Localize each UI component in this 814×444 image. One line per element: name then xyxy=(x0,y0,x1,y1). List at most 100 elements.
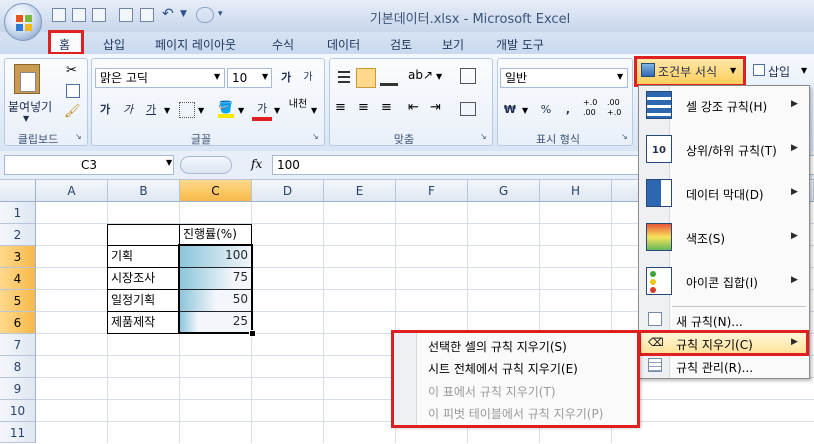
column-header-c[interactable]: C xyxy=(180,180,252,202)
cell-b4[interactable]: 시장조사 xyxy=(108,268,179,290)
row-header-10[interactable]: 10 xyxy=(0,400,36,422)
cut-icon[interactable]: ✂ xyxy=(66,63,77,78)
undo-icon[interactable]: ↶ xyxy=(162,6,174,22)
column-header-e[interactable]: E xyxy=(324,180,396,202)
row-header-7[interactable]: 7 xyxy=(0,334,36,356)
align-bottom-icon[interactable] xyxy=(380,68,398,86)
paste-icon[interactable] xyxy=(14,64,40,94)
grow-font-button[interactable]: 가 xyxy=(276,68,296,88)
insert-function-icon[interactable]: fx xyxy=(251,157,262,171)
undo-dropdown-icon[interactable]: ▼ xyxy=(180,9,187,19)
column-header-f[interactable]: F xyxy=(396,180,468,202)
number-launcher-icon[interactable]: ↘ xyxy=(621,132,628,141)
comma-button[interactable]: , xyxy=(558,100,578,120)
increase-indent-icon[interactable]: ⇥ xyxy=(430,100,441,115)
underline-button[interactable]: 가 xyxy=(141,100,161,120)
font-launcher-icon[interactable]: ↘ xyxy=(312,132,319,141)
font-family-dropdown-icon[interactable]: ▼ xyxy=(214,72,220,81)
align-left-icon[interactable]: ≡ xyxy=(335,100,346,115)
wrap-text-icon[interactable] xyxy=(460,68,476,84)
format-painter-icon[interactable]: 🖌 xyxy=(64,104,81,119)
tab-home[interactable]: 홈 xyxy=(59,36,70,53)
shrink-font-button[interactable]: 가 xyxy=(298,68,318,88)
borders-dropdown-icon[interactable]: ▼ xyxy=(198,106,204,115)
tab-data[interactable]: 데이터 xyxy=(327,36,360,53)
number-format-dropdown-icon[interactable]: ▼ xyxy=(617,72,623,81)
borders-icon[interactable] xyxy=(179,102,195,118)
font-family-select[interactable]: 맑은 고딕 xyxy=(95,68,225,88)
cell-c2[interactable]: 진행률(%) xyxy=(180,224,252,246)
font-color-dropdown-icon[interactable]: ▼ xyxy=(274,106,280,115)
row-header-2[interactable]: 2 xyxy=(0,224,36,246)
cf-menu-item-data-bars[interactable]: 데이터 막대(D) ▶ xyxy=(640,174,808,212)
column-header-a[interactable]: A xyxy=(36,180,108,202)
row-header-5[interactable]: 5 xyxy=(0,290,36,312)
insert-dropdown-icon[interactable]: ▼ xyxy=(801,66,807,75)
merge-center-icon[interactable] xyxy=(460,102,476,116)
cf-menu-item-top-bottom-rules[interactable]: 10 상위/하위 규칙(T) ▶ xyxy=(640,130,808,168)
phonetic-dropdown-icon[interactable]: ▼ xyxy=(311,106,317,115)
cf-menu-item-manage-rules[interactable]: 규칙 관리(R)... xyxy=(640,355,808,377)
fill-handle[interactable] xyxy=(249,330,256,337)
row-header-3[interactable]: 3 xyxy=(0,246,36,268)
tab-review[interactable]: 검토 xyxy=(390,36,412,53)
font-color-button[interactable]: 가 xyxy=(252,99,272,121)
fill-color-icon[interactable]: 🪣 xyxy=(218,100,234,118)
cell-b3[interactable]: 기획 xyxy=(108,246,179,268)
percent-button[interactable]: % xyxy=(536,100,556,120)
cf-menu-item-color-scales[interactable]: 색조(S) ▶ xyxy=(640,218,808,256)
paste-dropdown-icon[interactable]: ▼ xyxy=(23,114,29,123)
currency-button[interactable]: ₩ xyxy=(500,100,520,120)
row-header-8[interactable]: 8 xyxy=(0,356,36,378)
column-header-d[interactable]: D xyxy=(252,180,324,202)
select-all-corner[interactable] xyxy=(0,180,36,202)
column-header-b[interactable]: B xyxy=(108,180,180,202)
column-header-g[interactable]: G xyxy=(468,180,540,202)
currency-dropdown-icon[interactable]: ▼ xyxy=(522,106,528,115)
cell-b5[interactable]: 일정기획 xyxy=(108,290,179,312)
tab-insert[interactable]: 삽입 xyxy=(103,36,125,53)
font-size-dropdown-icon[interactable]: ▼ xyxy=(262,72,268,81)
cf-menu-item-highlight-rules[interactable]: 셀 강조 규칙(H) ▶ xyxy=(640,86,808,124)
orientation-dropdown-icon[interactable]: ▼ xyxy=(436,72,442,81)
align-right-icon[interactable]: ≡ xyxy=(381,100,392,115)
alignment-launcher-icon[interactable]: ↘ xyxy=(480,132,487,141)
decrease-decimal-button[interactable]: .00 +.0 xyxy=(607,98,629,118)
table-icon[interactable] xyxy=(72,8,86,22)
tab-view[interactable]: 보기 xyxy=(442,36,464,53)
print-preview-icon[interactable] xyxy=(52,8,66,22)
tab-formulas[interactable]: 수식 xyxy=(272,36,294,53)
row-header-1[interactable]: 1 xyxy=(0,202,36,224)
insert-button[interactable]: 삽입 xyxy=(768,63,790,80)
customize-qat-icon[interactable]: ▾ xyxy=(218,9,223,19)
increase-decimal-button[interactable]: +.0 .00 xyxy=(583,98,605,118)
orientation-icon[interactable]: ab↗ xyxy=(408,68,433,82)
office-button[interactable] xyxy=(4,3,42,41)
clipboard-launcher-icon[interactable]: ↘ xyxy=(75,132,82,141)
row-header-4[interactable]: 4 xyxy=(0,268,36,290)
formula-bar-resize-handle[interactable] xyxy=(180,156,232,174)
italic-button[interactable]: 가 xyxy=(118,100,138,120)
decrease-indent-icon[interactable]: ⇤ xyxy=(408,100,419,115)
tab-developer[interactable]: 개발 도구 xyxy=(496,36,544,53)
row-header-6[interactable]: 6 xyxy=(0,312,36,334)
cf-menu-item-icon-sets[interactable]: 아이콘 집합(I) ▶ xyxy=(640,262,808,300)
form-icon[interactable] xyxy=(119,8,133,22)
column-header-h[interactable]: H xyxy=(540,180,612,202)
cf-menu-item-new-rule[interactable]: 새 규칙(N)... xyxy=(640,309,808,331)
row-header-11[interactable]: 11 xyxy=(0,422,36,443)
row-header-9[interactable]: 9 xyxy=(0,378,36,400)
align-middle-icon[interactable] xyxy=(356,68,376,88)
name-box[interactable]: C3 xyxy=(4,155,174,175)
number-format-select[interactable]: 일반 xyxy=(500,68,628,88)
align-center-icon[interactable]: ≡ xyxy=(358,100,369,115)
cell-b6[interactable]: 제품제작 xyxy=(108,312,179,334)
phonetic-button[interactable]: 내천 xyxy=(288,100,308,110)
underline-dropdown-icon[interactable]: ▼ xyxy=(164,106,170,115)
sort-icon[interactable] xyxy=(92,8,106,22)
redo-icon[interactable] xyxy=(196,7,214,23)
grid-icon[interactable] xyxy=(140,8,154,22)
fill-color-dropdown-icon[interactable]: ▼ xyxy=(238,106,244,115)
bold-button[interactable]: 가 xyxy=(95,100,115,120)
align-top-icon[interactable] xyxy=(335,68,353,86)
